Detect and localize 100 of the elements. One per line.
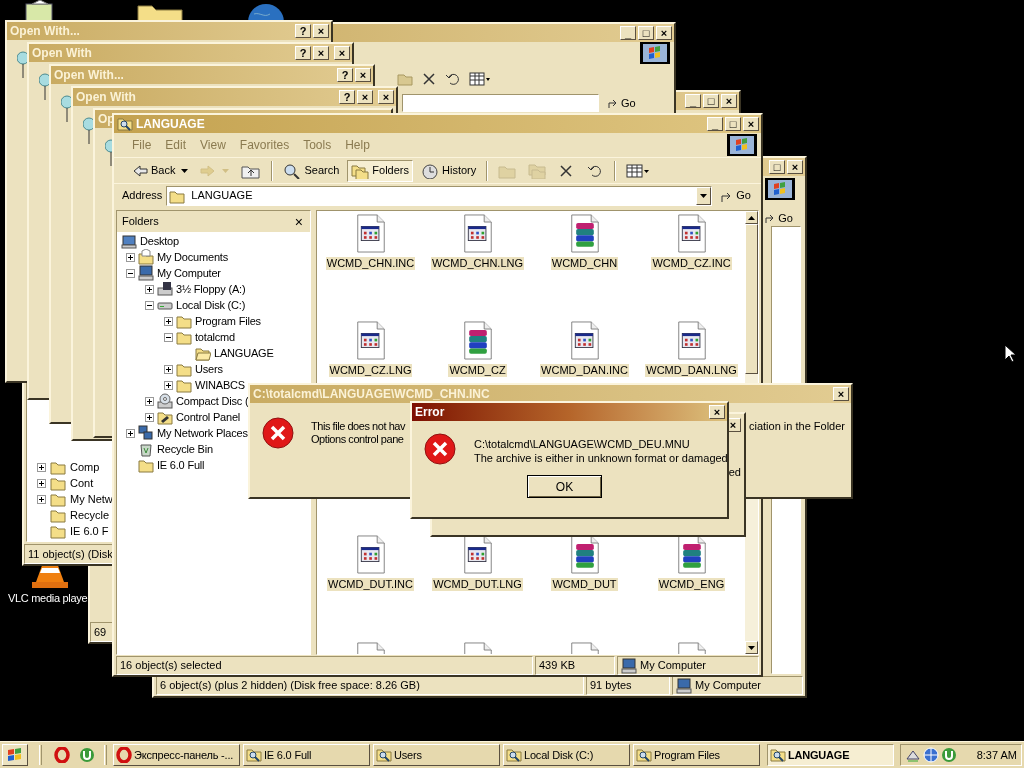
minimize-button[interactable]: _: [685, 94, 701, 108]
maximize-button[interactable]: □: [725, 117, 741, 131]
message-text: This file does not hav: [311, 420, 406, 433]
expand-toggle-icon[interactable]: [126, 428, 135, 438]
tree-item[interactable]: Control Panel: [176, 408, 241, 426]
error-icon: [262, 417, 294, 449]
expand-toggle-icon[interactable]: [37, 462, 46, 472]
close-button[interactable]: ×: [721, 94, 737, 108]
expand-toggle-icon[interactable]: [37, 494, 46, 504]
ok-button[interactable]: OK: [527, 475, 602, 498]
address-value: LANGUAGE: [191, 188, 254, 204]
search-button[interactable]: Search: [279, 159, 344, 182]
clock: 8:37 AM: [976, 747, 1017, 763]
close-button[interactable]: ×: [357, 90, 373, 104]
file-label[interactable]: WCMD_DUT: [551, 578, 618, 591]
expand-toggle-icon[interactable]: [145, 284, 154, 294]
tree-item[interactable]: My Netw: [70, 490, 113, 508]
tree-item[interactable]: Cont: [70, 474, 94, 492]
tree-item[interactable]: IE 6.0 Full: [157, 456, 205, 474]
tree-item[interactable]: My Network Places: [157, 424, 248, 442]
tree-item[interactable]: Compact Disc (: [176, 392, 249, 410]
folder-search-icon: [246, 747, 262, 763]
close-button[interactable]: ×: [292, 214, 305, 229]
expand-toggle-icon[interactable]: [164, 364, 173, 374]
minimize-button[interactable]: _: [707, 117, 723, 131]
tree-item[interactable]: IE 6.0 F: [70, 522, 109, 540]
file-label[interactable]: WCMD_CZ: [448, 364, 507, 377]
start-button[interactable]: [2, 744, 28, 766]
expand-toggle-icon[interactable]: [37, 478, 46, 488]
close-button[interactable]: ×: [313, 24, 329, 38]
tree-item[interactable]: Recycle: [70, 506, 110, 524]
close-button[interactable]: ×: [656, 26, 672, 40]
file-label[interactable]: WCMD_CHN.INC: [325, 257, 416, 270]
maximize-button[interactable]: □: [769, 160, 785, 174]
help-button[interactable]: ?: [339, 90, 355, 104]
address-field[interactable]: LANGUAGE: [166, 185, 713, 206]
collapse-toggle-icon[interactable]: [164, 332, 173, 342]
help-button[interactable]: ?: [295, 46, 311, 60]
window-title: Open With: [32, 45, 92, 62]
close-button[interactable]: ×: [709, 405, 725, 419]
tree-item[interactable]: Local Disk (C:): [176, 296, 246, 314]
file-label[interactable]: WCMD_CZ.LNG: [328, 364, 413, 377]
maximize-button[interactable]: □: [703, 94, 719, 108]
document-file-icon: [569, 321, 600, 360]
collapse-toggle-icon[interactable]: [126, 268, 135, 278]
help-button[interactable]: ?: [337, 68, 353, 82]
history-button[interactable]: History: [417, 159, 481, 182]
go-button[interactable]: Go: [605, 94, 638, 112]
folders-button[interactable]: Folders: [347, 159, 413, 182]
expand-toggle-icon[interactable]: [164, 380, 173, 390]
folder-icon: [50, 475, 66, 491]
file-label[interactable]: WCMD_DUT.LNG: [432, 578, 523, 591]
address-field[interactable]: [402, 94, 599, 112]
file-label[interactable]: WCMD_CHN: [550, 257, 619, 270]
taskbar-button[interactable]: Экспресс-панель -...: [113, 744, 240, 766]
close-button[interactable]: ×: [378, 90, 394, 104]
file-label[interactable]: WCMD_DAN.LNG: [645, 364, 738, 377]
tree-item[interactable]: Program Files: [195, 312, 261, 330]
minimize-button[interactable]: _: [620, 26, 636, 40]
tree-item[interactable]: Users: [195, 360, 223, 378]
taskbar-button[interactable]: Users: [373, 744, 500, 766]
tree-item[interactable]: Desktop: [140, 232, 179, 250]
file-label[interactable]: WCMD_DAN.INC: [540, 364, 629, 377]
collapse-toggle-icon[interactable]: [145, 300, 154, 310]
tree-item[interactable]: LANGUAGE: [214, 344, 274, 362]
go-button[interactable]: Go: [762, 209, 795, 226]
scroll-thumb[interactable]: [745, 224, 758, 374]
close-button[interactable]: ×: [313, 46, 329, 60]
tree-item[interactable]: 3½ Floppy (A:): [176, 280, 246, 298]
maximize-button[interactable]: □: [638, 26, 654, 40]
taskbar-button[interactable]: Program Files: [633, 744, 760, 766]
file-label[interactable]: WCMD_ENG: [657, 578, 726, 591]
go-button[interactable]: Go: [716, 187, 755, 204]
expand-toggle-icon[interactable]: [164, 316, 173, 326]
close-button[interactable]: ×: [355, 68, 371, 82]
taskbar-button[interactable]: IE 6.0 Full: [243, 744, 370, 766]
close-button[interactable]: ×: [787, 160, 803, 174]
file-label[interactable]: WCMD_CZ.INC: [651, 257, 732, 270]
close-button[interactable]: ×: [833, 387, 849, 401]
tree-item[interactable]: Recycle Bin: [157, 440, 213, 458]
tree-item[interactable]: WINABCS: [195, 376, 245, 394]
close-button[interactable]: ×: [743, 117, 759, 131]
expand-toggle-icon[interactable]: [126, 252, 135, 262]
help-button[interactable]: ?: [295, 24, 311, 38]
tree-item[interactable]: Comp: [70, 458, 100, 476]
file-label[interactable]: WCMD_DUT.INC: [327, 578, 414, 591]
expand-toggle-icon[interactable]: [145, 396, 154, 406]
file-label[interactable]: WCMD_CHN.LNG: [430, 257, 525, 270]
tree-item[interactable]: My Documents: [157, 248, 228, 266]
desktop-icon: [121, 233, 137, 249]
taskbar-button[interactable]: Local Disk (C:): [503, 744, 630, 766]
expand-toggle-icon[interactable]: [145, 412, 154, 422]
status-text: My Computer: [695, 678, 762, 694]
tree-item[interactable]: My Computer: [157, 264, 221, 282]
close-button[interactable]: ×: [334, 46, 350, 60]
back-button[interactable]: Back: [128, 159, 193, 182]
opera-launch-button[interactable]: [51, 744, 73, 766]
tree-item[interactable]: totalcmd: [195, 328, 235, 346]
folder-search-icon: [506, 747, 522, 763]
taskbar-button[interactable]: LANGUAGE: [767, 744, 894, 766]
